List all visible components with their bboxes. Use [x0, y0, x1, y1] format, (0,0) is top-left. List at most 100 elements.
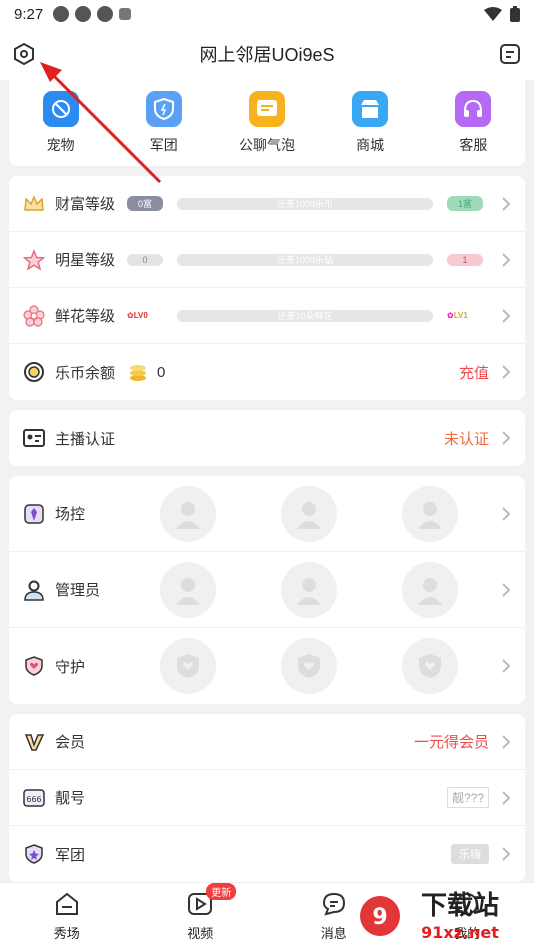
vip-v-icon — [23, 731, 45, 753]
star-level-row[interactable]: 明星等级 0 还差1000乐钻 1 — [9, 232, 525, 288]
wealth-next-badge: 1富 — [447, 196, 483, 211]
wealth-current-badge: 0富 — [127, 196, 163, 211]
watermark-text: 下载站 — [421, 891, 499, 921]
nav-label: 视频 — [187, 926, 214, 941]
field-control-row[interactable]: 场控 — [9, 476, 525, 552]
coin-stack-icon — [130, 365, 146, 381]
flower-progress: 还差10朵鲜花 — [177, 309, 433, 322]
tie-icon — [23, 503, 45, 525]
admin-person-icon — [23, 579, 45, 601]
chevron-right-icon — [502, 308, 511, 323]
crown-icon — [23, 193, 45, 215]
avatar-placeholder[interactable] — [280, 485, 337, 542]
chevron-right-icon — [502, 582, 511, 597]
role-label: 守护 — [55, 658, 86, 676]
anchor-verify-row[interactable]: 主播认证 未认证 — [9, 410, 525, 466]
progress-text: 还差1000乐币 — [276, 199, 334, 209]
legion-label: 军团 — [55, 846, 86, 864]
avatar-placeholder[interactable] — [402, 561, 459, 618]
guard-row[interactable]: 守护 — [9, 628, 525, 704]
quick-item-service[interactable]: 客服 — [428, 91, 518, 155]
avatar-placeholder[interactable] — [402, 485, 459, 542]
avatar-placeholder[interactable] — [280, 561, 337, 618]
member-row[interactable]: 会员 一元得会员 — [9, 714, 525, 770]
quick-item-legion[interactable]: 军团 — [119, 91, 209, 155]
quick-item-shop[interactable]: 商城 — [325, 91, 415, 155]
quick-item-pet[interactable]: 宠物 — [16, 91, 106, 155]
nav-label: 秀场 — [53, 926, 80, 941]
avatar-placeholder[interactable] — [159, 561, 216, 618]
settings-hexagon-icon[interactable] — [12, 42, 36, 66]
guard-slots — [127, 638, 511, 694]
svg-text:9: 9 — [372, 905, 387, 930]
chevron-right-icon — [502, 790, 511, 805]
anchor-label: 主播认证 — [55, 430, 116, 448]
chevron-right-icon — [502, 431, 511, 445]
anchor-card: 主播认证 未认证 — [9, 410, 525, 466]
home-show-icon — [55, 892, 78, 915]
chevron-right-icon — [502, 365, 511, 379]
notification-a-icon — [119, 8, 132, 20]
wifi-icon — [484, 7, 502, 21]
guard-placeholder[interactable] — [280, 638, 337, 694]
pretty-number-row[interactable]: 666 靓号 靓??? — [9, 770, 525, 826]
flower-current-lv: LV0 — [133, 311, 148, 320]
member-label: 会员 — [55, 734, 86, 751]
headset-icon — [455, 91, 492, 127]
quick-actions: 宠物 军团 公聊气泡 商城 客服 — [9, 80, 525, 166]
member-offer-button[interactable]: 一元得会员 — [414, 731, 489, 752]
avatar-slots — [127, 561, 511, 618]
wealth-progress: 还差1000乐币 — [177, 197, 433, 210]
member-card: 会员 一元得会员 666 靓号 靓??? 军团 乐嗨 — [9, 714, 525, 882]
notification-icon — [75, 6, 92, 22]
edit-card-icon[interactable] — [498, 42, 522, 66]
roles-card: 场控 管理员 守护 — [9, 476, 525, 704]
chevron-right-icon — [502, 734, 511, 749]
chevron-right-icon — [502, 196, 511, 211]
legion-badge-icon — [23, 843, 45, 865]
chevron-right-icon — [502, 659, 511, 673]
flower-next-lv: LV1 — [453, 311, 468, 320]
message-icon — [322, 892, 345, 916]
wealth-level-row[interactable]: 财富等级 0富 还差1000乐币 1富 — [9, 176, 525, 232]
balance-value: 0 — [157, 363, 166, 381]
svg-text:666: 666 — [26, 795, 41, 804]
quick-item-chat-bubble[interactable]: 公聊气泡 — [222, 91, 312, 155]
chevron-right-icon — [502, 252, 511, 267]
admin-row[interactable]: 管理员 — [9, 552, 525, 628]
balance-row[interactable]: 乐币余额 0 充值 — [9, 344, 525, 400]
notification-icon — [53, 6, 70, 22]
guard-placeholder[interactable] — [402, 638, 459, 694]
quick-label: 宠物 — [46, 137, 75, 153]
guard-placeholder[interactable] — [159, 638, 216, 694]
progress-text: 还差10朵鲜花 — [277, 311, 333, 321]
level-card: 财富等级 0富 还差1000乐币 1富 明星等级 0 还差1000乐钻 1 鲜花… — [9, 176, 525, 400]
flower-level-row[interactable]: 鲜花等级 ✿ LV0 还差10朵鲜花 ✿ LV1 — [9, 288, 525, 344]
avatar-placeholder[interactable] — [159, 485, 216, 542]
chat-bubble-icon — [248, 91, 285, 127]
level-label: 鲜花等级 — [55, 308, 116, 325]
quick-label: 商城 — [356, 137, 385, 153]
avatar-slots — [127, 485, 511, 542]
legion-row[interactable]: 军团 乐嗨 — [9, 826, 525, 882]
watermark-sub: 91xz.net — [421, 923, 499, 942]
star-current-badge: 0 — [127, 253, 163, 266]
star-icon — [23, 248, 45, 271]
star-next-badge: 1 — [447, 253, 483, 266]
shop-icon — [352, 91, 389, 127]
nav-video[interactable]: 更新 视频 — [160, 883, 240, 942]
role-label: 管理员 — [55, 582, 101, 599]
watermark-logo: 9 下载站 91xz.net — [360, 891, 499, 942]
pet-icon — [42, 91, 79, 127]
legion-shield-icon — [145, 91, 182, 127]
role-label: 场控 — [55, 506, 86, 523]
status-bar: 9:27 — [0, 0, 534, 28]
quick-label: 公聊气泡 — [238, 137, 295, 153]
recharge-button[interactable]: 充值 — [459, 362, 489, 383]
guard-shield-icon — [23, 655, 45, 677]
chevron-right-icon — [502, 506, 511, 521]
notification-icon — [97, 6, 114, 22]
flower-current-badge: ✿ LV0 — [127, 311, 148, 320]
quick-label: 客服 — [459, 137, 488, 153]
nav-show[interactable]: 秀场 — [27, 891, 107, 942]
